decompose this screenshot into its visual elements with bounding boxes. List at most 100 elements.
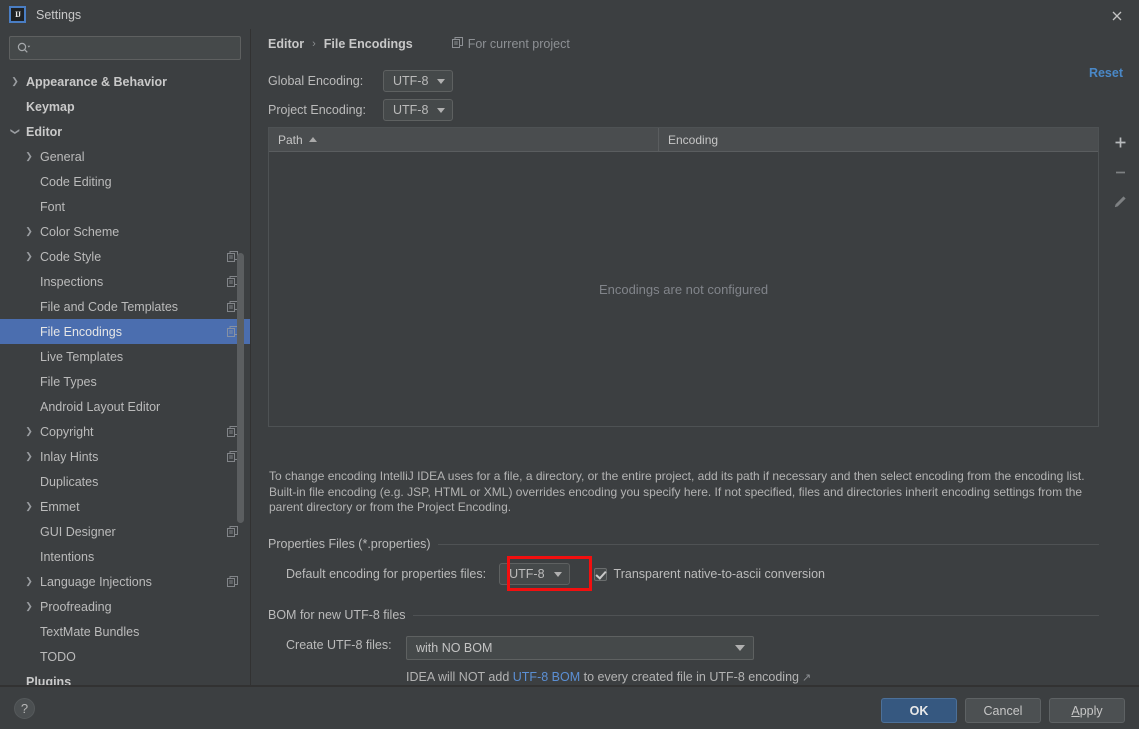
breadcrumb-parent[interactable]: Editor xyxy=(268,37,304,51)
table-body[interactable]: Encodings are not configured xyxy=(269,152,1098,426)
sidebar-item-label: Font xyxy=(40,199,66,214)
chevron-right-icon[interactable]: ❯ xyxy=(8,76,22,87)
chevron-spacer: ❯ xyxy=(22,626,36,637)
sidebar-item-textmate-bundles[interactable]: ❯ TextMate Bundles xyxy=(0,619,250,644)
chevron-right-icon[interactable]: ❯ xyxy=(22,151,36,162)
sidebar-item-appearance-behavior[interactable]: ❯ Appearance & Behavior xyxy=(0,69,250,94)
sidebar-item-code-style[interactable]: ❯ Code Style xyxy=(0,244,250,269)
sidebar-scrollbar-thumb[interactable] xyxy=(237,253,244,523)
chevron-right-icon[interactable]: ❯ xyxy=(22,426,36,437)
chevron-spacer: ❯ xyxy=(22,176,36,187)
sidebar-item-keymap[interactable]: ❯ Keymap xyxy=(0,94,250,119)
chevron-spacer: ❯ xyxy=(22,351,36,362)
sidebar-item-font[interactable]: ❯ Font xyxy=(0,194,250,219)
dialog-footer: ? OK Cancel Apply xyxy=(0,686,1139,729)
sidebar-item-label: Appearance & Behavior xyxy=(26,74,168,89)
sidebar-item-label: Editor xyxy=(26,124,63,139)
chevron-right-icon[interactable]: ❯ xyxy=(22,451,36,462)
create-utf8-files-value: with NO BOM xyxy=(416,641,493,655)
sidebar-item-duplicates[interactable]: ❯ Duplicates xyxy=(0,469,250,494)
settings-tree: ❯ Appearance & Behavior ❯ Keymap ❯ Editor ❯ Gen… xyxy=(0,66,250,686)
chevron-spacer: ❯ xyxy=(22,551,36,562)
sidebar-item-inlay-hints[interactable]: ❯ Inlay Hints xyxy=(0,444,250,469)
chevron-spacer: ❯ xyxy=(22,301,36,312)
create-utf8-files-dropdown[interactable]: with NO BOM xyxy=(406,636,754,660)
add-encoding-button[interactable] xyxy=(1100,127,1139,157)
default-properties-encoding-label: Default encoding for properties files: xyxy=(286,567,487,581)
sidebar-item-editor[interactable]: ❯ Editor xyxy=(0,119,250,144)
transparent-conversion-label: Transparent native-to-ascii conversion xyxy=(613,567,825,581)
sidebar-item-general[interactable]: ❯ General xyxy=(0,144,250,169)
chevron-right-icon[interactable]: ❯ xyxy=(22,251,36,262)
sidebar-item-intentions[interactable]: ❯ Intentions xyxy=(0,544,250,569)
chevron-spacer: ❯ xyxy=(22,326,36,337)
chevron-right-icon[interactable]: ❯ xyxy=(22,601,36,612)
transparent-conversion-checkbox[interactable]: Transparent native-to-ascii conversion xyxy=(593,567,825,581)
column-header-path-label: Path xyxy=(278,132,303,147)
project-encoding-label: Project Encoding: xyxy=(268,103,366,117)
sidebar-item-emmet[interactable]: ❯ Emmet xyxy=(0,494,250,519)
table-header: Path Encoding xyxy=(269,128,1098,152)
encodings-table: Path Encoding Encodings are not configur… xyxy=(268,127,1099,427)
module-scope-icon xyxy=(227,576,238,587)
create-utf8-label: Create UTF-8 files: xyxy=(286,638,392,652)
cancel-button[interactable]: Cancel xyxy=(965,698,1041,723)
sidebar-item-color-scheme[interactable]: ❯ Color Scheme xyxy=(0,219,250,244)
close-icon[interactable] xyxy=(1109,8,1125,24)
column-header-encoding[interactable]: Encoding xyxy=(659,128,1098,151)
search-input[interactable] xyxy=(31,41,240,55)
chevron-right-icon[interactable]: ❯ xyxy=(22,576,36,587)
sidebar-scrollbar-track[interactable] xyxy=(237,63,247,683)
project-encoding-row: Project Encoding: UTF-8 xyxy=(268,99,454,121)
close-glyph xyxy=(1112,11,1122,21)
sidebar-item-label: Code Style xyxy=(40,249,102,264)
create-utf8-row: Create UTF-8 files: xyxy=(286,638,392,652)
global-encoding-dropdown[interactable]: UTF-8 xyxy=(383,70,454,92)
search-box[interactable] xyxy=(9,36,241,60)
sidebar-item-todo[interactable]: ❯ TODO xyxy=(0,644,250,669)
ok-button[interactable]: OK xyxy=(881,698,957,723)
sidebar-item-copyright[interactable]: ❯ Copyright xyxy=(0,419,250,444)
chevron-down-icon[interactable]: ❯ xyxy=(10,125,21,139)
breadcrumb-current: File Encodings xyxy=(323,37,413,51)
chevron-right-icon[interactable]: ❯ xyxy=(22,226,36,237)
checkbox-box xyxy=(593,567,607,581)
sidebar-item-gui-designer[interactable]: ❯ GUI Designer xyxy=(0,519,250,544)
logo-text: IJ xyxy=(14,10,21,19)
sidebar-item-label: File Types xyxy=(40,374,97,389)
sidebar-item-file-and-code-templates[interactable]: ❯ File and Code Templates xyxy=(0,294,250,319)
chevron-down-icon xyxy=(437,78,446,84)
default-properties-encoding-dropdown[interactable]: UTF-8 xyxy=(499,563,570,585)
edit-encoding-button[interactable] xyxy=(1100,187,1139,217)
sidebar-item-label: Duplicates xyxy=(40,474,99,489)
sidebar-item-android-layout-editor[interactable]: ❯ Android Layout Editor xyxy=(0,394,250,419)
sidebar-item-code-editing[interactable]: ❯ Code Editing xyxy=(0,169,250,194)
sidebar-item-inspections[interactable]: ❯ Inspections xyxy=(0,269,250,294)
column-header-path[interactable]: Path xyxy=(269,128,659,151)
apply-button[interactable]: Apply xyxy=(1049,698,1125,723)
sidebar-item-file-encodings[interactable]: ❯ File Encodings xyxy=(0,319,250,344)
sidebar-item-live-templates[interactable]: ❯ Live Templates xyxy=(0,344,250,369)
sidebar-item-label: Keymap xyxy=(26,99,75,114)
search-container xyxy=(0,29,250,66)
project-encoding-dropdown[interactable]: UTF-8 xyxy=(383,99,454,121)
remove-encoding-button[interactable] xyxy=(1100,157,1139,187)
sidebar-item-file-types[interactable]: ❯ File Types xyxy=(0,369,250,394)
settings-sidebar: ❯ Appearance & Behavior ❯ Keymap ❯ Editor ❯ Gen… xyxy=(0,29,250,686)
plus-icon xyxy=(1115,137,1125,147)
properties-group-header: Properties Files (*.properties) xyxy=(268,537,1099,551)
apply-rest: pply xyxy=(1079,703,1103,718)
sidebar-item-proofreading[interactable]: ❯ Proofreading xyxy=(0,594,250,619)
scope-label: For current project xyxy=(467,37,570,51)
reset-link[interactable]: Reset xyxy=(1089,66,1123,80)
sidebar-item-label: Code Editing xyxy=(40,174,112,189)
utf8-bom-link[interactable]: UTF-8 BOM xyxy=(513,670,580,684)
sidebar-item-label: Color Scheme xyxy=(40,224,120,239)
column-header-encoding-label: Encoding xyxy=(668,132,719,147)
chevron-spacer: ❯ xyxy=(22,201,36,212)
sidebar-item-plugins[interactable]: ❯Plugins xyxy=(0,669,250,687)
help-button[interactable]: ? xyxy=(14,698,35,719)
chevron-spacer: ❯ xyxy=(22,476,36,487)
sidebar-item-language-injections[interactable]: ❯ Language Injections xyxy=(0,569,250,594)
chevron-right-icon[interactable]: ❯ xyxy=(22,501,36,512)
